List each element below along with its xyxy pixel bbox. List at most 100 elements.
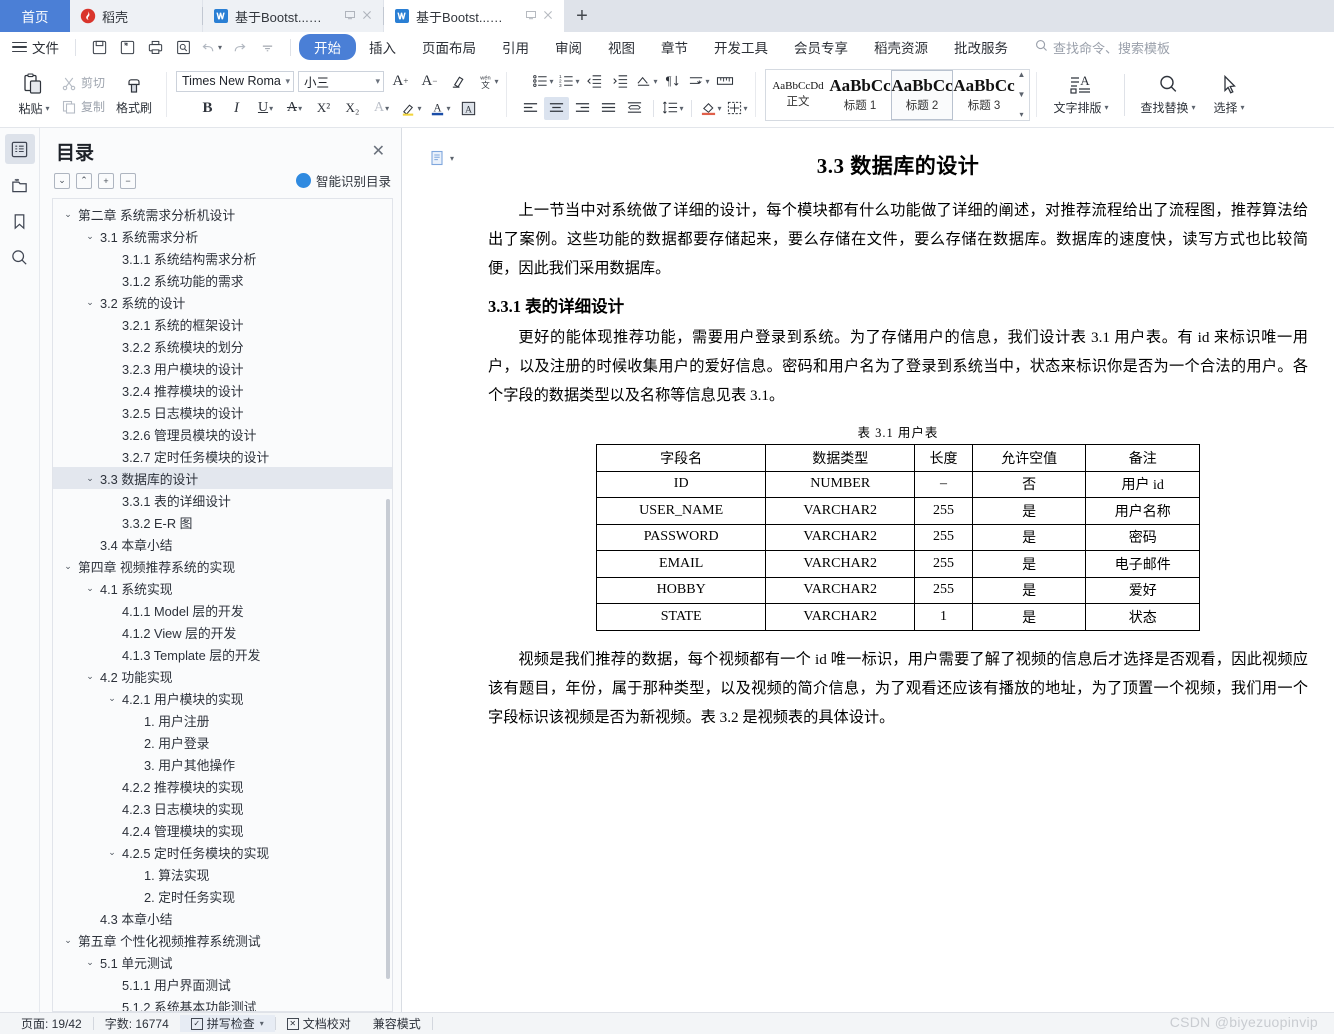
print-preview-icon[interactable]	[170, 35, 196, 59]
format-painter-button[interactable]: 格式刷	[108, 73, 160, 116]
ribbon-tab-review[interactable]: 审阅	[542, 34, 595, 60]
pinyin-guide-icon[interactable]: wén 文 ▾	[475, 70, 500, 93]
outline-item[interactable]: 2. 用户登录	[53, 731, 392, 753]
chevron-down-icon[interactable]: ⌄	[83, 583, 97, 594]
font-family-select[interactable]: Times New Roma ▾	[176, 70, 295, 92]
outline-item[interactable]: 2. 定时任务实现	[53, 885, 392, 907]
shrink-font-button[interactable]: A −	[417, 70, 442, 93]
grow-font-button[interactable]: A +	[388, 70, 413, 93]
outline-item[interactable]: 3.4 本章小结	[53, 533, 392, 555]
undo-icon[interactable]: ▾	[198, 35, 224, 59]
document-canvas[interactable]: ▾ 3.3 数据库的设计 上一节当中对系统做了详细的设计，每个模块都有什么功能做…	[402, 128, 1334, 1012]
outline-item[interactable]: 3.2.4 推荐模块的设计	[53, 379, 392, 401]
ribbon-tab-resources[interactable]: 稻壳资源	[861, 34, 941, 60]
command-search[interactable]: 查找命令、搜索模板	[1035, 38, 1170, 57]
scroll-down-icon[interactable]: ▼	[1017, 90, 1026, 99]
outline-item[interactable]: 3.1.2 系统功能的需求	[53, 269, 392, 291]
line-wrap-button[interactable]: ▾	[686, 70, 711, 93]
outline-item[interactable]: 4.1.3 Template 层的开发	[53, 643, 392, 665]
copy-button[interactable]: 复制	[58, 96, 108, 117]
align-left-button[interactable]	[518, 97, 543, 120]
justify-button[interactable]	[596, 97, 621, 120]
outline-item[interactable]: 5.1.2 系统基本功能测试	[53, 995, 392, 1012]
outline-icon[interactable]	[4, 134, 35, 164]
chevron-down-icon[interactable]: ⌄	[105, 847, 119, 858]
character-shading-button[interactable]: A	[456, 97, 481, 120]
ribbon-tab-start[interactable]: 开始	[299, 34, 356, 60]
outline-item[interactable]: 3.2.6 管理员模块的设计	[53, 423, 392, 445]
outline-item[interactable]: 4.1.2 View 层的开发	[53, 621, 392, 643]
proofread-button[interactable]: ✕ 文档校对	[276, 1015, 362, 1032]
save-icon[interactable]	[86, 35, 112, 59]
highlight-color-button[interactable]: ▾	[398, 97, 423, 120]
typography-button[interactable]: A 文字排版 ▾	[1050, 73, 1112, 116]
plus-icon[interactable]: +	[98, 172, 114, 189]
tab-document-1[interactable]: 基于Bootst...荐系统 毕业论文	[203, 0, 383, 32]
outline-item[interactable]: 3.2.3 用户模块的设计	[53, 357, 392, 379]
outline-item[interactable]: 4.2.4 管理模块的实现	[53, 819, 392, 841]
borders-button[interactable]: ▾	[724, 97, 749, 120]
outline-item[interactable]: 5.1.1 用户界面测试	[53, 973, 392, 995]
save-as-icon[interactable]	[114, 35, 140, 59]
outline-item[interactable]: ⌄ 5.1 单元测试	[53, 951, 392, 973]
outline-item[interactable]: 3.1.1 系统结构需求分析	[53, 247, 392, 269]
show-formatting-marks-button[interactable]: ¶	[660, 70, 685, 93]
smart-outline-button[interactable]: 智能识别目录	[295, 171, 391, 190]
expand-down-icon[interactable]: ⌄	[54, 172, 70, 189]
new-tab-button[interactable]: +	[564, 0, 600, 32]
ribbon-tab-section[interactable]: 章节	[648, 34, 701, 60]
spellcheck-toggle[interactable]: ✓ 拼写检查 ▾	[179, 1015, 275, 1032]
ribbon-tab-member[interactable]: 会员专享	[781, 34, 861, 60]
tab-restore-icon[interactable]	[525, 9, 537, 24]
text-effects-button[interactable]: A ▾	[369, 97, 394, 120]
outline-item[interactable]: ⌄ 4.1 系统实现	[53, 577, 392, 599]
chevron-down-icon[interactable]: ⌄	[105, 693, 119, 704]
ribbon-tab-insert[interactable]: 插入	[356, 34, 409, 60]
increase-indent-button[interactable]	[608, 70, 633, 93]
outline-item[interactable]: 4.2.2 推荐模块的实现	[53, 775, 392, 797]
subscript-button[interactable]: X₂	[340, 97, 365, 120]
paste-options-icon[interactable]: ▾	[430, 150, 454, 167]
outline-item[interactable]: ⌄ 第二章 系统需求分析机设计	[53, 203, 392, 225]
chevron-down-icon[interactable]: ⌄	[61, 209, 75, 220]
ribbon-tab-references[interactable]: 引用	[489, 34, 542, 60]
outline-item[interactable]: 4.2.3 日志模块的实现	[53, 797, 392, 819]
ribbon-tab-developer[interactable]: 开发工具	[701, 34, 781, 60]
outline-item[interactable]: ⌄ 第五章 个性化视频推荐系统测试	[53, 929, 392, 951]
outline-item[interactable]: 1. 算法实现	[53, 863, 392, 885]
tab-document-2[interactable]: 基于Bootst...荐系统 毕业论文	[384, 0, 564, 32]
page-indicator[interactable]: 页面: 19/42	[10, 1015, 93, 1032]
outline-item[interactable]: ⌄ 第四章 视频推荐系统的实现	[53, 555, 392, 577]
outline-item[interactable]: 3.3.1 表的详细设计	[53, 489, 392, 511]
redo-icon[interactable]	[226, 35, 252, 59]
cut-button[interactable]: 剪切	[58, 72, 108, 93]
style-item-heading-3[interactable]: AaBbCc 标题 3	[953, 70, 1015, 120]
ribbon-tab-view[interactable]: 视图	[595, 34, 648, 60]
bookmark-icon[interactable]	[5, 206, 35, 236]
tab-home[interactable]: 首页	[0, 0, 70, 32]
style-item-normal[interactable]: AaBbCcDd 正文	[767, 70, 829, 120]
distribute-button[interactable]	[622, 97, 647, 120]
italic-button[interactable]: I	[224, 97, 249, 120]
outline-item[interactable]: ⌄ 4.2.1 用户模块的实现	[53, 687, 392, 709]
chevron-down-icon[interactable]: ⌄	[83, 231, 97, 242]
tab-close-icon[interactable]	[542, 9, 554, 24]
superscript-button[interactable]: X²	[311, 97, 336, 120]
bold-button[interactable]: B	[195, 97, 220, 120]
chevron-down-icon[interactable]: ⌄	[61, 935, 75, 946]
outline-item[interactable]: 3.3.2 E-R 图	[53, 511, 392, 533]
outline-item[interactable]: 1. 用户注册	[53, 709, 392, 731]
collapse-up-icon[interactable]: ⌃	[76, 172, 92, 189]
tab-close-icon[interactable]	[361, 9, 373, 24]
outline-scrollbar[interactable]	[386, 499, 390, 979]
outline-item[interactable]: 3.2.2 系统模块的划分	[53, 335, 392, 357]
font-size-select[interactable]: 小三 ▾	[298, 70, 385, 92]
chevron-down-icon[interactable]: ⌄	[83, 957, 97, 968]
shading-button[interactable]: ▾	[698, 97, 723, 120]
thumbnail-icon[interactable]	[5, 170, 35, 200]
outline-item[interactable]: ⌄ 3.3 数据库的设计	[53, 467, 392, 489]
print-icon[interactable]	[142, 35, 168, 59]
outline-item[interactable]: ⌄ 3.2 系统的设计	[53, 291, 392, 313]
outline-item[interactable]: 4.1.1 Model 层的开发	[53, 599, 392, 621]
ruler-button[interactable]	[712, 70, 737, 93]
